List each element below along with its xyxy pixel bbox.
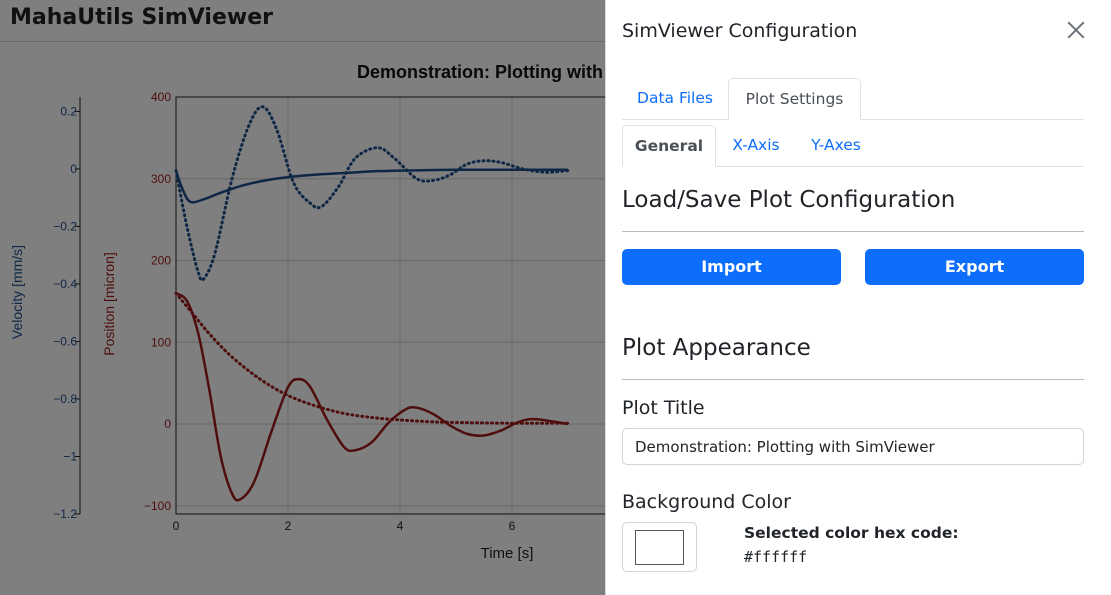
- import-button[interactable]: Import: [622, 249, 841, 285]
- config-panel: SimViewer Configuration Data Files Plot …: [605, 0, 1111, 595]
- main-tabs: Data Files Plot Settings: [622, 78, 1084, 120]
- tab-plot-settings[interactable]: Plot Settings: [728, 78, 861, 120]
- hex-code-label: Selected color hex code:: [744, 524, 959, 542]
- divider: [622, 231, 1084, 232]
- background-color-label: Background Color: [622, 491, 791, 513]
- panel-title: SimViewer Configuration: [622, 20, 858, 42]
- close-icon[interactable]: [1064, 18, 1088, 42]
- export-button[interactable]: Export: [865, 249, 1084, 285]
- tab-y-axes[interactable]: Y-Axes: [796, 125, 876, 166]
- divider: [622, 379, 1084, 380]
- hex-code-value: #ffffff: [744, 548, 808, 566]
- load-save-heading: Load/Save Plot Configuration: [622, 187, 956, 213]
- sub-tabs: General X-Axis Y-Axes: [622, 125, 1084, 167]
- plot-title-label: Plot Title: [622, 397, 705, 419]
- color-picker-button[interactable]: [622, 522, 697, 572]
- tab-general[interactable]: General: [622, 125, 716, 167]
- tab-x-axis[interactable]: X-Axis: [716, 125, 796, 166]
- plot-appearance-heading: Plot Appearance: [622, 335, 811, 361]
- color-swatch: [635, 530, 684, 565]
- plot-title-input[interactable]: [622, 428, 1084, 465]
- tab-data-files[interactable]: Data Files: [622, 78, 728, 119]
